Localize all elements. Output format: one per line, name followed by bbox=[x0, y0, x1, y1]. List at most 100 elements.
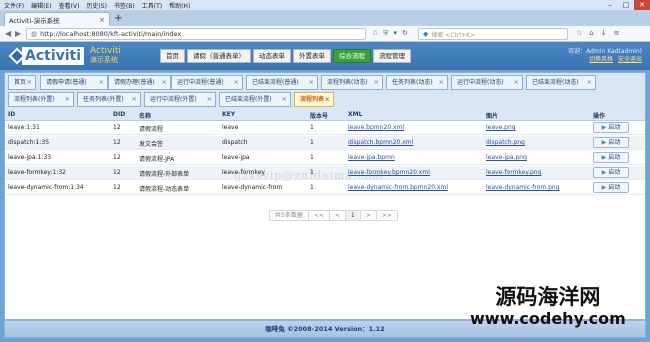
menu-item[interactable]: 历史(S) bbox=[86, 1, 107, 10]
switch-style-link[interactable]: 切换风格 bbox=[589, 56, 613, 63]
page-tab[interactable]: 请假申请(普通) × bbox=[40, 75, 108, 90]
reload-icon[interactable]: ↻ bbox=[402, 29, 408, 38]
close-window-button[interactable]: ✕ bbox=[634, 0, 650, 10]
menu-item[interactable]: 工具(T) bbox=[142, 1, 162, 10]
nav-button[interactable]: 综合流程 bbox=[333, 49, 371, 63]
cell-xml[interactable]: leave-jpa.bpmn bbox=[348, 154, 395, 161]
url-bar[interactable]: ◍ http://localhost:8080/kft-activiti/mai… bbox=[26, 28, 366, 40]
pager-total: 共5条数据 bbox=[269, 210, 309, 221]
cell-img[interactable]: leave.png bbox=[486, 124, 516, 131]
dropdown-icon[interactable]: ▾ bbox=[394, 29, 398, 38]
home-icon[interactable]: ⌂ bbox=[589, 29, 593, 37]
menu-item[interactable]: 书签(B) bbox=[114, 1, 135, 10]
menu-item[interactable]: 编辑(E) bbox=[31, 1, 51, 10]
logout-link[interactable]: 安全退出 bbox=[618, 56, 642, 63]
nav-button[interactable]: 动态表单 bbox=[253, 49, 291, 63]
cell-img[interactable]: leave-dynamic-from.png bbox=[486, 184, 560, 191]
page-tab[interactable]: 运行中流程(普通) × bbox=[171, 75, 243, 90]
close-tab-icon[interactable]: × bbox=[309, 76, 314, 89]
cell-id: leave:1:31 bbox=[8, 124, 40, 131]
start-button[interactable]: ▶ 启动 bbox=[593, 182, 629, 193]
menu-icon[interactable]: ≡ bbox=[614, 29, 620, 37]
close-tab-icon[interactable]: × bbox=[207, 93, 212, 106]
page-tab[interactable]: 流程列表 × bbox=[294, 92, 334, 107]
menu-item[interactable]: 帮助(H) bbox=[169, 1, 190, 10]
nav-button[interactable]: 首页 bbox=[160, 49, 185, 63]
browser-tabstrip: Activiti-演示系统 × + bbox=[0, 10, 650, 26]
close-tab-icon[interactable]: × bbox=[374, 76, 379, 89]
table-row: leave-dynamic-from:1:34 12 请假流程-动态表单 leave-… bbox=[5, 181, 645, 195]
search-placeholder: 搜索 <Ctrl+K> bbox=[431, 31, 475, 39]
cell-id: dispatch:1:35 bbox=[8, 139, 50, 146]
forward-icon[interactable]: ▶ bbox=[15, 29, 21, 38]
cell-xml[interactable]: dispatch.bpmn20.xml bbox=[348, 139, 413, 146]
page-tab[interactable]: 已结束流程(普通) × bbox=[246, 75, 318, 90]
minimize-button[interactable]: – bbox=[602, 0, 618, 10]
close-tab-icon[interactable]: × bbox=[132, 93, 137, 106]
close-tab-icon[interactable]: × bbox=[234, 76, 239, 89]
download-icon[interactable]: ↓ bbox=[601, 29, 607, 37]
close-tab-icon[interactable]: × bbox=[27, 76, 32, 89]
welcome-text: 欢迎：Admin Kad(admin) bbox=[568, 48, 642, 55]
cell-xml[interactable]: leave.bpmn20.xml bbox=[348, 124, 404, 131]
close-tab-icon[interactable]: × bbox=[325, 93, 330, 106]
close-tab-icon[interactable]: × bbox=[282, 93, 287, 106]
browser-tab-title: Activiti-演示系统 bbox=[9, 16, 60, 25]
page-tab[interactable]: 运行中流程(外置) × bbox=[144, 92, 216, 107]
nav-button[interactable]: 流程管理 bbox=[373, 49, 411, 63]
bookmark-star-icon[interactable]: ☆ bbox=[372, 29, 378, 38]
page-tab[interactable]: 任务列表(外置) × bbox=[77, 92, 141, 107]
page-tab[interactable]: 运行中流程(动态) × bbox=[451, 75, 523, 90]
pager-last-button[interactable]: >> bbox=[375, 210, 398, 221]
app-header: Activiti Activiti 演示系统 首页 请假（普通表单） 动态表单 外置表… bbox=[0, 42, 650, 70]
page-tab[interactable]: 已结束流程(动态) × bbox=[526, 75, 596, 90]
start-button[interactable]: ▶ 启动 bbox=[593, 167, 629, 178]
nav-button[interactable]: 请假（普通表单） bbox=[187, 49, 251, 63]
cell-key: dispatch bbox=[222, 139, 248, 146]
url-text: http://localhost:8080/kft-activiti/main/… bbox=[40, 30, 182, 38]
page-tab[interactable]: 已结束流程(外置) × bbox=[219, 92, 291, 107]
start-button[interactable]: ▶ 启动 bbox=[593, 137, 629, 148]
play-icon: ▶ bbox=[601, 124, 607, 131]
shield-icon[interactable]: ⛨ bbox=[383, 29, 388, 38]
pager-prev-button[interactable]: < bbox=[328, 210, 346, 221]
watermark-text: gzxsvip@zuidaima.com bbox=[234, 169, 384, 182]
play-icon: ▶ bbox=[601, 154, 607, 161]
cell-key: leave-jpa bbox=[222, 154, 250, 161]
page-tab-label: 运行中流程(动态) bbox=[457, 79, 504, 86]
menu-item[interactable]: 文件(F) bbox=[4, 1, 24, 10]
pager-current-page[interactable]: 1 bbox=[344, 210, 361, 221]
start-button[interactable]: ▶ 启动 bbox=[593, 122, 629, 133]
start-label: 启动 bbox=[608, 169, 621, 176]
close-tab-icon[interactable]: × bbox=[65, 93, 70, 106]
page-tab[interactable]: 请假办理(普通) × bbox=[108, 75, 171, 90]
page-tab[interactable]: 流程列表(外置) × bbox=[8, 92, 74, 107]
close-tab-icon[interactable]: × bbox=[162, 76, 167, 89]
cell-id: leave-dynamic-from:1:34 bbox=[8, 184, 84, 191]
cell-img[interactable]: leave-jpa.png bbox=[486, 154, 527, 161]
star-icon[interactable]: ☆ bbox=[576, 29, 582, 37]
pager-first-button[interactable]: << bbox=[307, 210, 330, 221]
close-tab-icon[interactable]: × bbox=[439, 76, 444, 89]
page-tab[interactable]: 任务列表(动态) × bbox=[386, 75, 448, 90]
browser-tab[interactable]: Activiti-演示系统 × bbox=[4, 12, 110, 26]
search-input[interactable]: ◆ 搜索 <Ctrl+K> bbox=[418, 28, 568, 40]
page-tab[interactable]: 首页 × bbox=[8, 75, 36, 90]
table-row: leave-jpa:1:33 12 请假流程-JPA leave-jpa 1 leave-… bbox=[5, 151, 645, 165]
close-tab-icon[interactable]: × bbox=[99, 76, 104, 89]
close-tab-icon[interactable]: × bbox=[514, 76, 519, 89]
close-tab-icon[interactable]: × bbox=[587, 76, 592, 89]
new-tab-button[interactable]: + bbox=[114, 13, 122, 25]
cell-xml[interactable]: leave-dynamic-from.bpmn20.xml bbox=[348, 184, 448, 191]
close-tab-icon[interactable]: × bbox=[99, 16, 105, 24]
cell-img[interactable]: dispatch.png bbox=[486, 139, 525, 146]
cell-img[interactable]: leave-formkey.png bbox=[486, 169, 541, 176]
back-icon[interactable]: ◀ bbox=[5, 29, 11, 38]
pager-next-button[interactable]: > bbox=[359, 210, 377, 221]
nav-button[interactable]: 外置表单 bbox=[293, 49, 331, 63]
page-tab[interactable]: 流程列表(动态) × bbox=[321, 75, 383, 90]
maximize-button[interactable]: □ bbox=[618, 0, 634, 10]
start-label: 启动 bbox=[608, 184, 621, 191]
menu-item[interactable]: 查看(V) bbox=[59, 1, 80, 10]
start-button[interactable]: ▶ 启动 bbox=[593, 152, 629, 163]
